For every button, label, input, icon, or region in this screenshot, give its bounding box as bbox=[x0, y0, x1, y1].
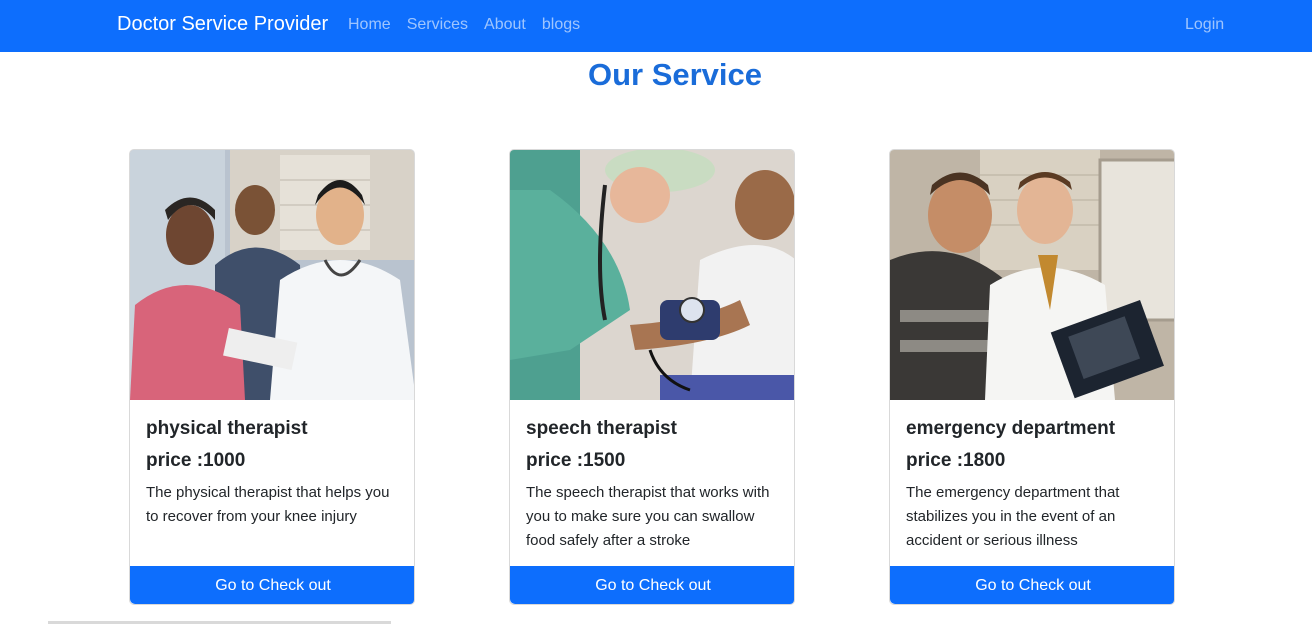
service-description: The emergency department that stabilizes… bbox=[906, 484, 1120, 549]
nav-link-blogs[interactable]: blogs bbox=[542, 16, 580, 34]
service-price: price :1800 bbox=[906, 450, 1006, 471]
service-description: The physical therapist that helps you to… bbox=[146, 484, 390, 525]
blood-pressure-photo bbox=[510, 150, 794, 400]
nav-link-services[interactable]: Services bbox=[407, 16, 468, 34]
nav-link-home[interactable]: Home bbox=[348, 16, 391, 34]
checkout-button[interactable]: Go to Check out bbox=[890, 566, 1174, 604]
nav-link-about[interactable]: About bbox=[484, 16, 526, 34]
top-navbar: Doctor Service Provider Home Services Ab… bbox=[0, 0, 1312, 52]
service-title: physical therapist bbox=[146, 418, 308, 439]
xray-review-photo bbox=[890, 150, 1174, 400]
brand-link[interactable]: Doctor Service Provider bbox=[117, 13, 328, 36]
checkout-button[interactable]: Go to Check out bbox=[510, 566, 794, 604]
service-price: price :1000 bbox=[146, 450, 246, 471]
service-description: The speech therapist that works with you… bbox=[526, 484, 770, 549]
service-title: emergency department bbox=[906, 418, 1116, 439]
nav-links: Home Services About blogs bbox=[348, 16, 580, 34]
service-price: price :1500 bbox=[526, 450, 626, 471]
service-card: speech therapist price :1500 The speech … bbox=[509, 149, 795, 605]
service-card: physical therapist price :1000 The physi… bbox=[129, 149, 415, 605]
checkout-button[interactable]: Go to Check out bbox=[130, 566, 414, 604]
login-link[interactable]: Login bbox=[1185, 16, 1224, 34]
service-card: emergency department price :1800 The eme… bbox=[889, 149, 1175, 605]
doctor-patients-photo bbox=[130, 150, 414, 400]
page-title: Our Service bbox=[587, 57, 763, 92]
service-title: speech therapist bbox=[526, 418, 677, 439]
